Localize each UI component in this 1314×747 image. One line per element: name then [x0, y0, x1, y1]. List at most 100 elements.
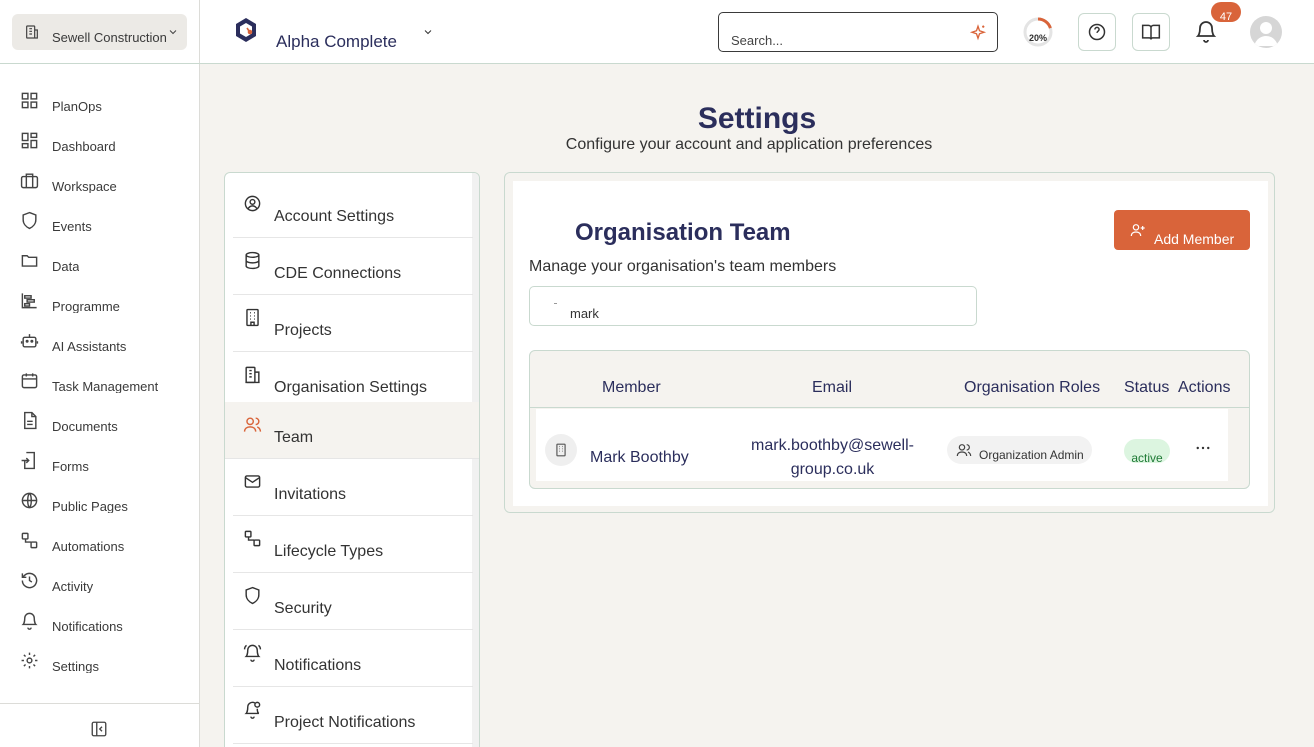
chevron-down-icon[interactable] [422, 26, 434, 38]
team-table: Member Email Organisation Roles Status A… [529, 350, 1250, 489]
building-icon [26, 25, 38, 39]
sidebar-item-notifications[interactable]: Notifications [0, 600, 200, 640]
sidebar-nav: PlanOps Dashboard Workspace Events Data … [0, 80, 200, 680]
team-panel-content: Organisation Team Manage your organisati… [513, 181, 1268, 506]
settings-menu-item-organisation-settings[interactable]: Organisation Settings [233, 352, 473, 409]
ai-sparkle-icon[interactable] [969, 24, 987, 42]
search-input[interactable] [731, 32, 961, 48]
office-icon [245, 366, 260, 383]
settings-menu-item-team[interactable]: Team [225, 402, 479, 459]
sidebar-item-workspace[interactable]: Workspace [0, 160, 200, 200]
shield-icon [245, 586, 260, 604]
shield-icon [22, 211, 37, 229]
settings-menu-item-notifications[interactable]: Notifications [233, 630, 473, 687]
sidebar-item-programme[interactable]: Programme [0, 280, 200, 320]
sidebar-item-events[interactable]: Events [0, 200, 200, 240]
organisation-name: Sewell Construction [52, 29, 167, 45]
notification-count-badge: 47 [1211, 2, 1241, 22]
user-plus-icon [1130, 224, 1145, 237]
settings-menu-item-lifecycle-types[interactable]: Lifecycle Types [233, 516, 473, 573]
user-silhouette-icon [1254, 22, 1278, 46]
sidebar-item-forms[interactable]: Forms [0, 440, 200, 480]
help-button[interactable] [1078, 13, 1116, 51]
sidebar-item-planops[interactable]: PlanOps [0, 80, 200, 120]
role-chip: Organization Admin [947, 436, 1092, 464]
bell-ring-icon [243, 644, 262, 662]
bell-icon [21, 612, 38, 630]
sidebar-item-documents[interactable]: Documents [0, 400, 200, 440]
workflow-icon [21, 532, 38, 548]
member-email-line2: group.co.uk [790, 461, 875, 478]
team-table-header: Member Email Organisation Roles Status A… [530, 351, 1249, 408]
user-circle-icon [244, 195, 261, 211]
settings-menu-item-cde-connections[interactable]: CDE Connections [233, 238, 473, 295]
progress-indicator[interactable]: 20% [1022, 16, 1054, 48]
sidebar-item-dashboard[interactable]: Dashboard [0, 120, 200, 160]
column-header-status[interactable]: Status [1124, 379, 1169, 397]
sidebar-item-automations[interactable]: Automations [0, 520, 200, 560]
sidebar-item-settings[interactable]: Settings [0, 640, 200, 680]
sidebar-item-public-pages[interactable]: Public Pages [0, 480, 200, 520]
building-icon [556, 443, 566, 457]
member-search[interactable] [529, 286, 977, 326]
team-title: Organisation Team [575, 219, 791, 246]
sidebar-item-task-management[interactable]: Task Management [0, 360, 200, 400]
member-name: Mark Boothby [590, 449, 689, 466]
team-panel: Organisation Team Manage your organisati… [504, 172, 1275, 513]
sidebar-item-activity[interactable]: Activity [0, 560, 200, 600]
building-icon [246, 308, 259, 326]
history-icon [21, 572, 38, 588]
help-icon [1088, 23, 1106, 41]
grid-icon [21, 92, 38, 108]
project-name[interactable]: Alpha Complete [276, 32, 397, 50]
progress-percent: 20% [1028, 33, 1047, 43]
table-row[interactable]: Mark Boothby mark.boothby@sewell- group.… [536, 409, 1228, 481]
bell-plus-icon [244, 701, 261, 719]
book-open-icon [1141, 24, 1161, 40]
settings-menu-item-projects[interactable]: Projects [233, 295, 473, 352]
column-header-roles[interactable]: Organisation Roles [964, 379, 1100, 397]
database-icon [245, 251, 260, 269]
page-title: Settings [697, 102, 817, 135]
member-search-input[interactable] [570, 306, 950, 321]
top-bar: Alpha Complete 20% 47 [200, 0, 1314, 64]
column-header-actions: Actions [1178, 379, 1231, 396]
mail-icon [244, 474, 261, 488]
organisation-selector[interactable]: Sewell Construction [12, 14, 187, 50]
sidebar-item-data[interactable]: Data [0, 240, 200, 280]
gantt-icon [21, 292, 37, 308]
global-search[interactable] [718, 12, 998, 52]
collapse-sidebar-icon[interactable] [90, 720, 108, 738]
settings-menu-item-project-notifications[interactable]: Project Notifications [233, 687, 473, 744]
progress-ring-icon [1023, 17, 1053, 47]
settings-menu-scrollbar[interactable] [472, 173, 479, 747]
member-org-avatar [545, 434, 577, 466]
page-subtitle: Configure your account and application p… [565, 136, 933, 153]
docs-button[interactable] [1132, 13, 1170, 51]
app-logo-icon[interactable] [232, 16, 260, 44]
sidebar: Sewell Construction PlanOps Dashboard Wo… [0, 0, 200, 747]
notifications-bell-icon[interactable] [1194, 18, 1218, 44]
table-scrollbar[interactable] [1233, 409, 1249, 481]
form-icon [21, 451, 35, 469]
sidebar-divider [0, 63, 200, 64]
member-email-line1: mark.boothby@sewell- [751, 437, 914, 454]
sidebar-bottom-divider [0, 703, 200, 704]
settings-menu-item-account-settings[interactable]: Account Settings [233, 181, 473, 238]
user-avatar[interactable] [1250, 16, 1282, 48]
team-subtitle: Manage your organisation's team members [529, 258, 837, 275]
globe-icon [21, 492, 38, 508]
more-actions-icon[interactable] [1194, 439, 1212, 457]
add-member-button[interactable]: Add Member [1114, 210, 1250, 250]
settings-menu-item-security[interactable]: Security [233, 573, 473, 630]
document-icon [24, 411, 37, 429]
robot-icon [20, 333, 39, 348]
users-icon [956, 444, 972, 457]
dashboard-icon [21, 132, 38, 148]
sidebar-item-ai-assistants[interactable]: AI Assistants [0, 320, 200, 360]
users-icon [243, 416, 262, 432]
column-header-member[interactable]: Member [602, 379, 661, 397]
column-header-email[interactable]: Email [812, 379, 852, 397]
settings-menu-item-invitations[interactable]: Invitations [233, 459, 473, 516]
workflow-icon [244, 530, 261, 546]
